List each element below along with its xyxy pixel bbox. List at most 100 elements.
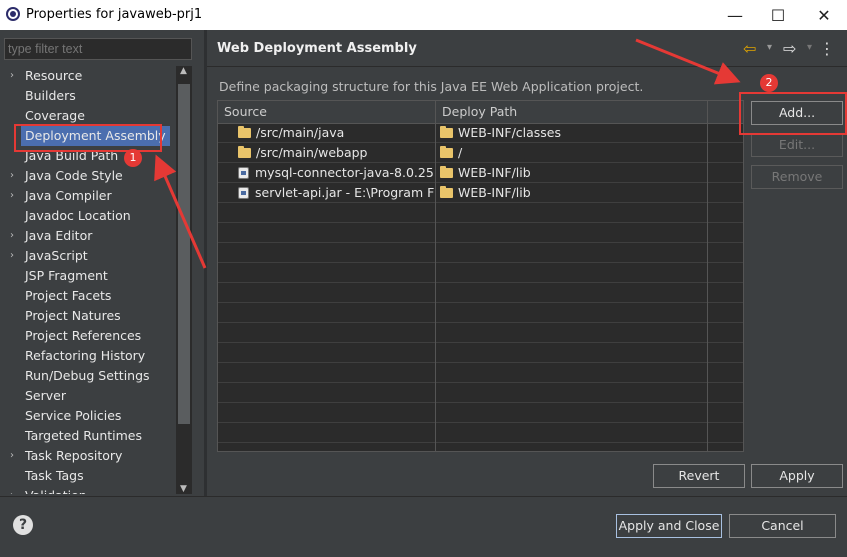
- close-button[interactable]: ✕: [801, 0, 847, 30]
- eclipse-icon: [6, 7, 20, 21]
- tree-item-label: Task Tags: [25, 468, 84, 483]
- tree-item[interactable]: Builders: [4, 86, 176, 106]
- table-row[interactable]: [218, 303, 743, 323]
- tree-scrollbar[interactable]: ▲ ▼: [176, 66, 192, 494]
- table-row[interactable]: /src/main/java WEB-INF/classes: [218, 123, 743, 143]
- table-row[interactable]: servlet-api.jar - E:\Program Files WEB-IN…: [218, 183, 743, 203]
- table-row[interactable]: [218, 203, 743, 223]
- assembly-table[interactable]: Source ^ Deploy Path /src/main/java WEB-I…: [217, 100, 744, 452]
- back-arrow-icon[interactable]: ⇦: [743, 39, 756, 58]
- page-title: Web Deployment Assembly: [217, 41, 417, 56]
- title-bar: Properties for javaweb-prj1 — ☐ ✕: [0, 0, 847, 30]
- apply-button[interactable]: Apply: [751, 464, 843, 488]
- table-row[interactable]: [218, 403, 743, 423]
- table-row[interactable]: mysql-connector-java-8.0.25.jar WEB-INF/l…: [218, 163, 743, 183]
- chevron-right-icon[interactable]: ›: [10, 446, 14, 466]
- deploy-path-cell: WEB-INF/lib: [458, 185, 531, 200]
- tree-item-label: Targeted Runtimes: [25, 428, 142, 443]
- tree-item[interactable]: Task Tags: [4, 466, 176, 486]
- deploy-path-cell: WEB-INF/lib: [458, 165, 531, 180]
- tree-item-label: Run/Debug Settings: [25, 368, 150, 383]
- table-row[interactable]: [218, 283, 743, 303]
- tree-item[interactable]: › Java Code Style: [4, 166, 176, 186]
- scroll-up-icon[interactable]: ▲: [180, 66, 187, 76]
- column-header-deploy-path[interactable]: Deploy Path: [442, 104, 517, 119]
- tree-item[interactable]: Coverage: [4, 106, 176, 126]
- folder-icon: [238, 146, 251, 158]
- tree-item-label: Project References: [25, 328, 142, 343]
- view-menu-icon[interactable]: ⋮: [819, 39, 835, 58]
- help-icon[interactable]: ?: [13, 515, 33, 535]
- folder-icon: [440, 186, 453, 198]
- tree-item-label: Refactoring History: [25, 348, 146, 363]
- sort-icon: ^: [324, 100, 332, 108]
- scroll-thumb[interactable]: [178, 84, 190, 424]
- table-row[interactable]: [218, 243, 743, 263]
- column-separator: [435, 101, 436, 451]
- chevron-right-icon[interactable]: ›: [10, 246, 14, 266]
- folder-icon: [440, 166, 453, 178]
- table-row[interactable]: [218, 323, 743, 343]
- column-header-source[interactable]: Source: [224, 104, 267, 119]
- remove-button[interactable]: Remove: [751, 165, 843, 189]
- maximize-button[interactable]: ☐: [755, 0, 801, 30]
- tree-item-label: Java Code Style: [25, 168, 123, 183]
- back-dropdown-icon[interactable]: ▾: [767, 42, 772, 53]
- annotation-badge-2: 2: [760, 74, 778, 92]
- filter-input[interactable]: [4, 38, 192, 60]
- jar-icon: [238, 187, 249, 199]
- edit-button[interactable]: Edit...: [751, 133, 843, 157]
- tree-item[interactable]: JSP Fragment: [4, 266, 176, 286]
- table-row[interactable]: /src/main/webapp /: [218, 143, 743, 163]
- tree-item[interactable]: Server: [4, 386, 176, 406]
- tree-item-label: Server: [25, 388, 66, 403]
- page-description: Define packaging structure for this Java…: [219, 79, 644, 94]
- source-cell: mysql-connector-java-8.0.25.jar: [255, 165, 434, 180]
- tree-item[interactable]: Service Policies: [4, 406, 176, 426]
- table-row[interactable]: [218, 383, 743, 403]
- chevron-right-icon[interactable]: ›: [10, 66, 14, 86]
- tree-item[interactable]: › Resource: [4, 66, 176, 86]
- table-row[interactable]: [218, 443, 743, 451]
- deploy-path-cell: /: [458, 145, 463, 160]
- table-row[interactable]: [218, 223, 743, 243]
- apply-and-close-button[interactable]: Apply and Close: [616, 514, 722, 538]
- tree-item[interactable]: › JavaScript: [4, 246, 176, 266]
- tree-item-label: Coverage: [25, 108, 85, 123]
- tree-item[interactable]: › Validation: [4, 486, 176, 494]
- tree-item-label: JavaScript: [25, 248, 88, 263]
- table-row[interactable]: [218, 363, 743, 383]
- tree-item[interactable]: Project Natures: [4, 306, 176, 326]
- tree-item-label: Task Repository: [25, 448, 123, 463]
- tree-item[interactable]: › Java Editor: [4, 226, 176, 246]
- tree-item[interactable]: Project References: [4, 326, 176, 346]
- revert-button[interactable]: Revert: [653, 464, 745, 488]
- source-cell: /src/main/webapp: [256, 145, 368, 160]
- chevron-right-icon[interactable]: ›: [10, 486, 14, 494]
- chevron-right-icon[interactable]: ›: [10, 166, 14, 186]
- tree-item-label: Validation: [25, 486, 87, 494]
- tree-item[interactable]: › Task Repository: [4, 446, 176, 466]
- minimize-button[interactable]: —: [712, 0, 758, 30]
- tree-item[interactable]: Refactoring History: [4, 346, 176, 366]
- chevron-right-icon[interactable]: ›: [10, 186, 14, 206]
- tree-item-label: Builders: [25, 88, 76, 103]
- annotation-box-1: [14, 124, 162, 152]
- scroll-down-icon[interactable]: ▼: [180, 484, 187, 494]
- table-row[interactable]: [218, 423, 743, 443]
- deploy-path-cell: WEB-INF/classes: [458, 125, 562, 140]
- cancel-button[interactable]: Cancel: [729, 514, 836, 538]
- tree-item[interactable]: › Java Compiler: [4, 186, 176, 206]
- chevron-right-icon[interactable]: ›: [10, 226, 14, 246]
- table-row[interactable]: [218, 343, 743, 363]
- tree-item[interactable]: Project Facets: [4, 286, 176, 306]
- tree-item[interactable]: Javadoc Location: [4, 206, 176, 226]
- tree-item-label: JSP Fragment: [25, 268, 108, 283]
- forward-arrow-icon[interactable]: ⇨: [783, 39, 796, 58]
- tree-item[interactable]: Targeted Runtimes: [4, 426, 176, 446]
- tree-item[interactable]: Run/Debug Settings: [4, 366, 176, 386]
- window-title: Properties for javaweb-prj1: [26, 7, 203, 22]
- table-row[interactable]: [218, 263, 743, 283]
- forward-dropdown-icon[interactable]: ▾: [807, 42, 812, 53]
- source-cell: /src/main/java: [256, 125, 345, 140]
